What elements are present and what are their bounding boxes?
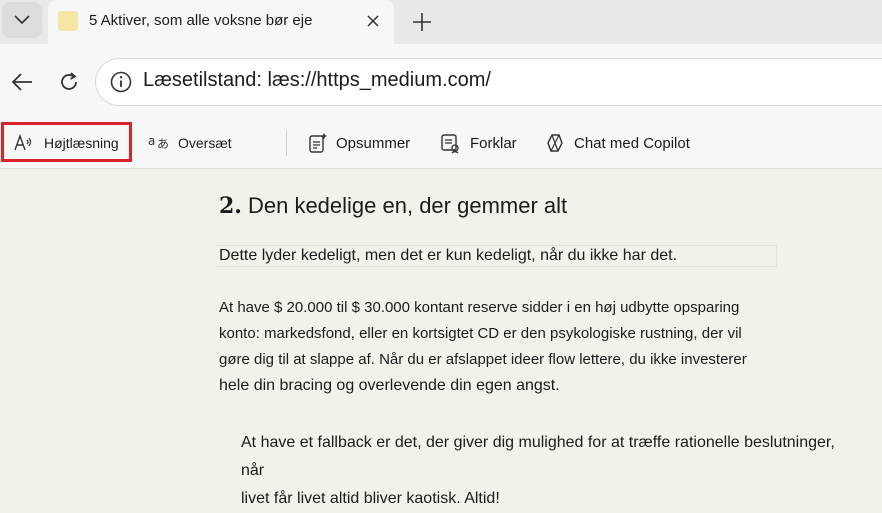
paragraph-2-line: konto: markedsfond, eller en kortsigtet … [219,325,742,342]
explain-icon [441,134,459,154]
reader-toolbar: Højtlæsning aあ Oversæt Opsummer Forklar … [0,118,882,169]
translate-button[interactable]: aあ Oversæt [148,118,232,168]
back-arrow-icon [11,73,32,91]
paragraph-2-line: At have $ 20.000 til $ 30.000 kontant re… [219,299,740,316]
summarize-label: Opsummer [336,134,411,152]
refresh-button[interactable] [55,68,83,96]
summarize-button[interactable]: Opsummer [308,118,410,168]
svg-text:a: a [148,134,155,148]
new-tab-button[interactable] [408,8,436,36]
toolbar-divider [286,130,287,156]
summarize-icon [309,133,327,153]
page-favicon-icon [58,11,78,31]
paragraph-2-line: gøre dig til at slappe af. Når du er afs… [219,351,747,368]
explain-button[interactable]: Forklar [440,118,517,168]
copilot-icon [547,134,563,152]
translate-label: Oversæt [178,135,232,151]
paragraph-1: Dette lyder kedeligt, men det er kun ked… [219,247,678,264]
svg-text:あ: あ [157,137,169,151]
tab-actions-menu-button[interactable] [2,2,42,38]
address-text: Læsetilstand: læs://https_medium.com/ [143,69,491,91]
article-content: 2. Den kedelige en, der gemmer alt Dette … [0,169,882,507]
translate-icon: aあ [148,134,169,151]
paragraph-3: At have et fallback er det, der giver di… [241,429,861,513]
highlight-annotation [1,122,132,162]
chat-with-copilot-label: Chat med Copilot [574,134,690,152]
heading-number: 2. [219,193,242,219]
paragraph-3-line: At have et fallback er det, der giver di… [241,434,835,479]
back-button[interactable] [8,68,36,96]
close-icon [367,15,379,27]
heading-text: Den kedelige en, der gemmer alt [247,193,568,218]
tab-strip: 5 Aktiver, som alle voksne bør eje [0,0,882,44]
plus-icon [413,13,431,31]
paragraph-2: At have $ 20.000 til $ 30.000 kontant re… [219,295,759,399]
chat-with-copilot-button[interactable]: Chat med Copilot [544,118,690,168]
active-tab[interactable]: 5 Aktiver, som alle voksne bør eje [48,0,394,44]
tab-title: 5 Aktiver, som alle voksne bør eje [89,12,313,29]
chevron-down-icon [14,15,30,25]
refresh-icon [61,72,77,90]
section-heading: 2. Den kedelige en, der gemmer alt [219,193,567,219]
address-bar[interactable]: Læsetilstand: læs://https_medium.com/ [95,58,882,106]
explain-label: Forklar [470,134,517,152]
paragraph-3-line: livet får livet altid bliver kaotisk. Al… [241,490,500,507]
close-tab-button[interactable] [362,10,384,32]
paragraph-2-line: hele din bracing og overlevende din egen… [219,377,560,394]
navigation-bar: Læsetilstand: læs://https_medium.com/ [0,44,882,118]
info-icon[interactable] [110,71,132,93]
